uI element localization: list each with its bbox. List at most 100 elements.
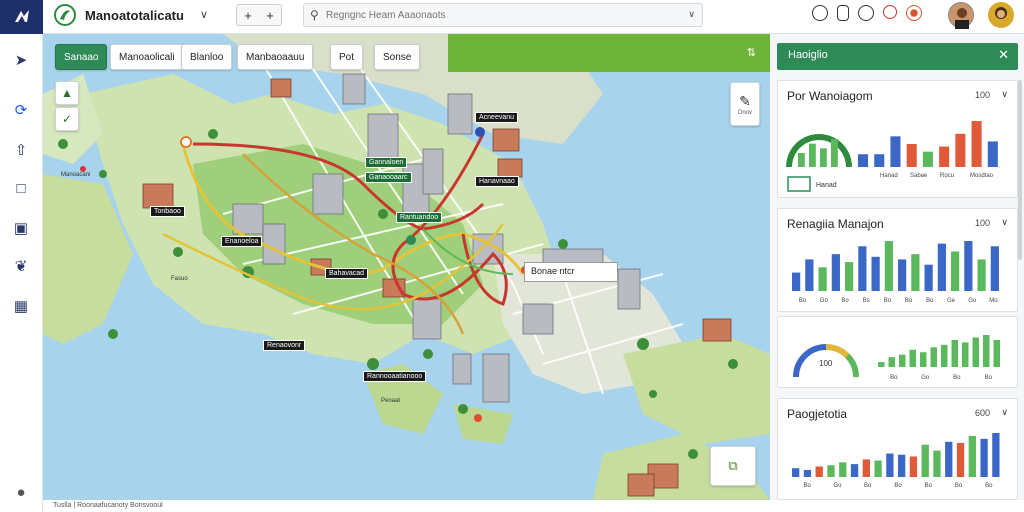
map-label[interactable]: Hanavnaao [475, 176, 519, 187]
chart-bar [888, 357, 896, 367]
chart-bar [980, 438, 988, 477]
stat-card[interactable]: Renagiia Manajon 100 ∨ Bo Go Bo Bs Bo Bo Bo Ge G… [777, 208, 1018, 312]
chart-bar [971, 121, 982, 167]
chevron-down-icon[interactable]: ∨ [200, 8, 208, 21]
add-alt-button[interactable]: + [266, 8, 274, 23]
chart-bar [968, 435, 976, 477]
info-icon[interactable] [837, 5, 849, 21]
tick-label: Go [820, 298, 829, 304]
app-logo-icon [54, 4, 76, 26]
chart-bar [911, 254, 920, 291]
chart-bar [792, 468, 800, 477]
leaf-icon[interactable]: ❦ [11, 256, 31, 276]
clock-icon[interactable] [812, 5, 828, 21]
chart-bar [909, 349, 917, 367]
chart-bar [977, 259, 986, 291]
stat-card[interactable]: Bo Go Bo Bo 100 [777, 316, 1018, 388]
chart-bar [831, 254, 840, 291]
chip-filter-3[interactable]: Blanloo [181, 44, 233, 70]
location-callout[interactable]: Bonae ntcr [524, 262, 618, 282]
gauge-arc [825, 344, 850, 359]
rocket-icon[interactable]: ➤ [11, 50, 31, 70]
avatar[interactable] [948, 2, 974, 29]
tick-label: Mo [989, 298, 998, 304]
crop-icon[interactable]: □ [11, 178, 31, 198]
chart-bar [858, 246, 867, 291]
chart-bar [924, 264, 933, 291]
stat-card[interactable]: Paogjetotia 600 ∨ Bo Go Bo Bo Bo Bo Bo [777, 398, 1018, 500]
chart-bar [792, 272, 801, 291]
chart-bar [930, 347, 938, 367]
chart-bar [884, 241, 893, 291]
layers-toggle-button[interactable]: ⧉ [710, 446, 756, 486]
map-label[interactable]: Tonbaoo [150, 206, 185, 217]
stat-card[interactable]: Por Wanoiagom 100 ∨ Hanad Sabae Rocu Mosdta… [777, 80, 1018, 198]
draw-button[interactable]: ✎ Dnov [730, 82, 760, 126]
map-label[interactable]: Ganaooaarc [365, 172, 412, 183]
chart-bar [987, 141, 998, 167]
map-label[interactable]: Gannaloen [365, 157, 408, 168]
chart-bar [956, 442, 965, 477]
map-label[interactable]: Acneevanu [475, 112, 519, 123]
check-circle-icon[interactable] [858, 5, 874, 21]
close-icon[interactable]: ✕ [998, 47, 1009, 63]
search-icon: ⚲ [310, 8, 319, 22]
tick-label: Bo [884, 298, 892, 304]
map-label[interactable]: Rannooaatianooo [363, 371, 427, 382]
tick-label: Bo [803, 483, 811, 489]
map-label[interactable]: Bahavacad [325, 268, 369, 279]
layers-icon[interactable]: ▣ [11, 218, 31, 238]
tick-label: Bo [890, 375, 898, 381]
tick-label: Bo [985, 375, 993, 381]
chart-bar [983, 335, 990, 367]
chart-bar [827, 465, 835, 477]
settings-icon[interactable]: ● [11, 482, 31, 502]
gauge-arc [802, 344, 827, 359]
sidebar: ➤ ⟳ ⇧ □ ▣ ❦ ▦ ● [0, 34, 43, 512]
map-label[interactable]: Enanoeloa [221, 236, 263, 247]
map-label[interactable]: Renaovonr [263, 340, 306, 351]
tick-label: Bo [925, 483, 933, 489]
alert-icon[interactable] [883, 5, 897, 19]
map-label[interactable]: Rantuandoo [396, 212, 443, 223]
legend-label: Sabae [910, 173, 928, 179]
add-button[interactable]: + [244, 8, 252, 23]
panel-header: Haoiglio ✕ [777, 43, 1018, 70]
chart-bar [820, 148, 827, 167]
map-header-strip: ⇅ [448, 34, 770, 72]
chip-filter-4[interactable]: Manbaoaauu [237, 44, 314, 70]
footer: Tuslla | Roonaafucanoty Bonsvooul [43, 500, 1024, 512]
tick-label: Bo [894, 483, 902, 489]
chip-filter-1[interactable]: Sanaao [55, 44, 108, 70]
chart-bar [939, 146, 950, 167]
grid-icon[interactable]: ▦ [11, 296, 31, 316]
pin-icon[interactable]: ⇧ [11, 140, 31, 160]
chip-filter-2[interactable]: Manoaolicali [110, 44, 184, 70]
chip-filter-6[interactable]: Sonse [374, 44, 421, 70]
chart-bar [898, 259, 907, 291]
record-icon[interactable] [906, 5, 922, 21]
tick-label: Bo [955, 483, 963, 489]
search-input[interactable] [326, 7, 676, 23]
brand-logo[interactable] [0, 0, 43, 34]
zoom-in-button[interactable]: ▲ [55, 81, 79, 105]
search-bar: ⚲ ∨ [303, 3, 703, 27]
chart-bar [920, 352, 927, 367]
scrollbar[interactable] [1018, 80, 1022, 260]
map-canvas[interactable]: Sanaao Manoaolicali Blanloo Manbaoaauu P… [43, 34, 770, 500]
chart-bar [803, 469, 812, 477]
chart-bar [906, 144, 917, 167]
confirm-button[interactable]: ✓ [55, 107, 79, 131]
chart-bar [874, 154, 885, 167]
card-chart: Bo Go Bo Bo [793, 335, 1001, 381]
chart-bar [798, 153, 805, 167]
tick-label: Bo [953, 375, 961, 381]
search-dropdown-icon[interactable]: ∨ [688, 9, 695, 20]
chart-bar [818, 267, 827, 291]
refresh-icon[interactable]: ⟳ [11, 100, 31, 120]
chart-bar [862, 459, 870, 477]
chip-filter-5[interactable]: Pot [330, 44, 364, 70]
user-avatar[interactable] [988, 2, 1014, 28]
expand-icon[interactable]: ⇅ [747, 46, 756, 59]
card-chart: Bo Go Bo Bs Bo Bo Bo Ge Go Mo [792, 241, 999, 304]
